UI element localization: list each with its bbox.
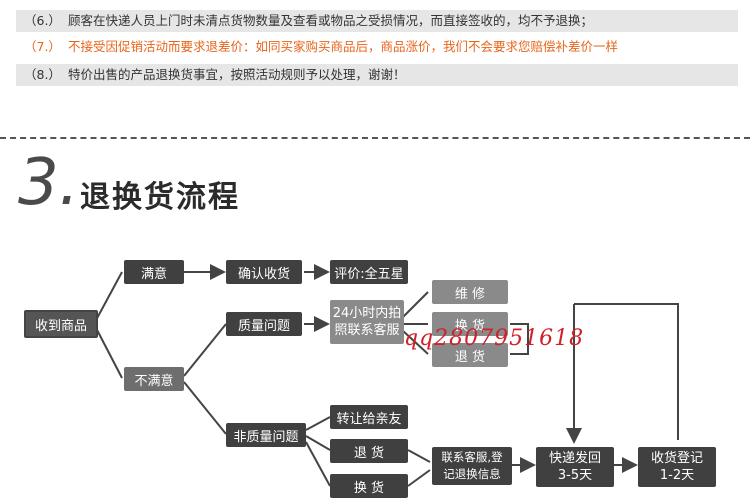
register-line1: 收货登记 — [650, 451, 703, 466]
satisfied-box: 满意 — [124, 260, 184, 284]
contact-service-24h-box: 24小时内拍 照联系客服 — [330, 300, 404, 344]
contact-register-box: 联系客服,登 记退换信息 — [432, 447, 512, 485]
return-box-2: 退 货 — [330, 439, 408, 463]
non-quality-issue-box: 非质量问题 — [226, 423, 306, 447]
register-box: 收货登记 1-2天 — [638, 447, 716, 487]
receive-goods-box: 收到商品 — [24, 310, 98, 338]
repair-box: 维 修 — [432, 280, 508, 304]
unsatisfied-box: 不满意 — [124, 367, 184, 391]
ship-line2: 3-5天 — [557, 468, 593, 483]
watermark-text: qq2807951618 — [404, 326, 585, 351]
contact-line2: 记退换信息 — [443, 467, 501, 481]
review-box: 评价:全五星 — [330, 260, 408, 284]
contact-line1: 联系客服,登 — [441, 450, 503, 464]
exchange-box-2: 换 货 — [330, 474, 408, 498]
quality-issue-box: 质量问题 — [226, 312, 302, 336]
transfer-box: 转让给亲友 — [330, 405, 408, 429]
contact-24h-line1: 24小时内拍 — [332, 306, 402, 321]
confirm-receipt-box: 确认收货 — [226, 260, 302, 284]
contact-24h-line2: 照联系客服 — [334, 323, 400, 338]
ship-back-box: 快递发回 3-5天 — [536, 447, 614, 487]
ship-line1: 快递发回 — [548, 451, 601, 466]
register-line2: 1-2天 — [659, 468, 695, 483]
